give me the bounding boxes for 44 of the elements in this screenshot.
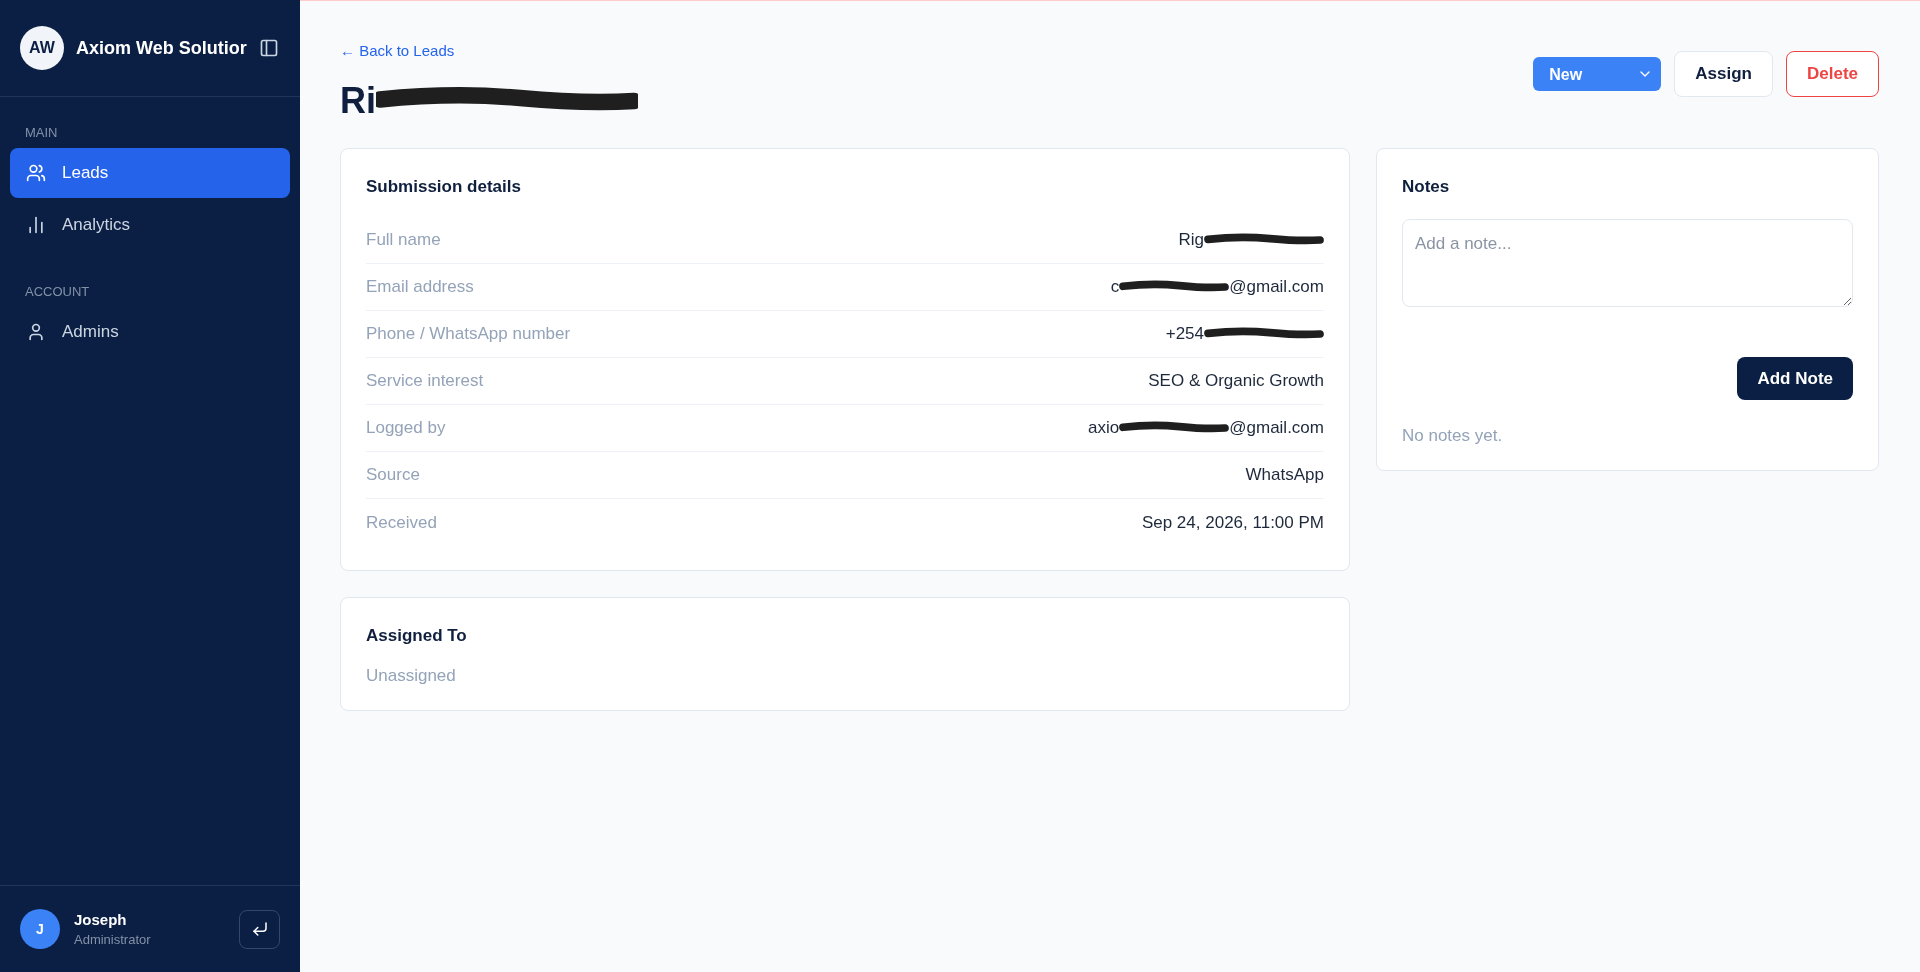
user-avatar: J bbox=[20, 909, 60, 949]
assignee-text: Unassigned bbox=[366, 666, 457, 686]
value-text: @gmail.com bbox=[1229, 418, 1324, 438]
nav-icon bbox=[26, 163, 46, 183]
value-text: c bbox=[1110, 277, 1120, 297]
sidebar-toggle-icon[interactable] bbox=[258, 38, 279, 58]
delete-button[interactable]: Delete bbox=[1785, 51, 1879, 97]
nav-icon bbox=[26, 215, 46, 235]
nav-item[interactable]: Leads bbox=[10, 148, 290, 198]
card-title: Submission details bbox=[366, 177, 522, 197]
value-text: SEO & Organic Growth bbox=[1148, 371, 1324, 391]
value-text: Ri bbox=[340, 80, 376, 122]
status-dropdown[interactable]: New bbox=[1533, 57, 1662, 91]
value-text: WhatsApp bbox=[1245, 465, 1324, 485]
section-label: MAIN bbox=[24, 125, 59, 140]
field-label: Email address bbox=[366, 277, 474, 297]
user-role: Administrator bbox=[74, 932, 151, 947]
value-text: Sep 24, 2026, 11:00 PM bbox=[1141, 512, 1324, 533]
return-arrow-icon bbox=[250, 920, 269, 938]
value-text: +254 bbox=[1165, 324, 1204, 344]
card-title: Notes bbox=[1402, 177, 1451, 197]
back-link[interactable]: ← Back to Leads bbox=[340, 42, 455, 59]
field-label: Full name bbox=[366, 230, 441, 250]
value-text: axio bbox=[1088, 418, 1120, 438]
logout-button[interactable] bbox=[239, 909, 280, 949]
brand-name: Axiom Web Solutior bbox=[76, 37, 247, 59]
assign-button[interactable]: Assign bbox=[1674, 51, 1773, 97]
field-label: Phone / WhatsApp number bbox=[366, 324, 571, 344]
note-input-field[interactable]: Add a note... bbox=[1402, 219, 1853, 307]
field-label: Logged by bbox=[366, 418, 446, 438]
empty-notes-text: No notes yet. bbox=[1402, 426, 1504, 446]
add-note-button[interactable]: Add Note bbox=[1737, 357, 1853, 400]
nav-item[interactable]: Admins bbox=[10, 307, 290, 357]
section-label: ACCOUNT bbox=[24, 284, 91, 299]
nav-item[interactable]: Analytics bbox=[10, 200, 290, 250]
field-label: Received bbox=[366, 512, 437, 533]
card-title: Assigned To bbox=[366, 626, 468, 646]
logo-avatar: AW bbox=[20, 26, 64, 70]
nav-icon bbox=[26, 322, 46, 342]
user-name: Joseph bbox=[74, 911, 128, 928]
value-text: @gmail.com bbox=[1229, 277, 1324, 297]
value-text: Rig bbox=[1178, 230, 1204, 250]
field-label: Service interest bbox=[366, 371, 484, 391]
field-label: Source bbox=[366, 465, 420, 485]
